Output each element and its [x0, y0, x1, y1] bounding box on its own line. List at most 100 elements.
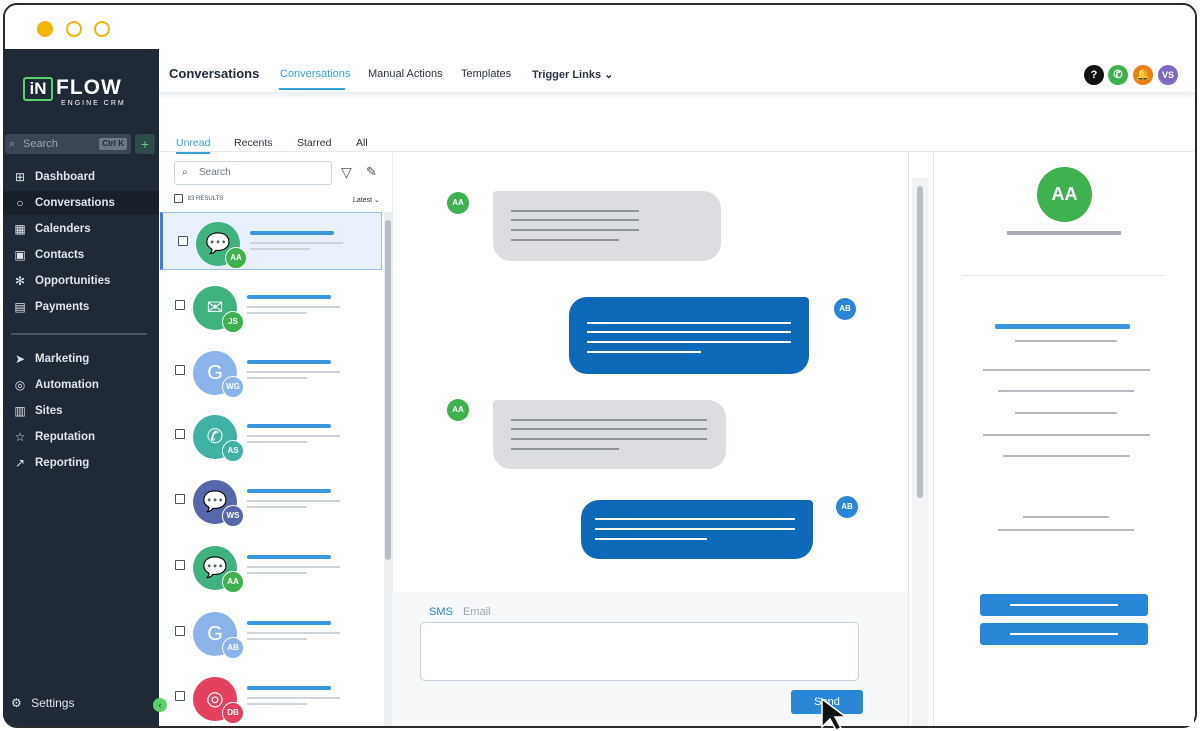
panel-action-button[interactable]	[980, 594, 1148, 616]
send-icon: ➤	[14, 352, 26, 366]
conversation-row[interactable]: ◎ DB	[160, 668, 382, 726]
active-tab-underline	[279, 88, 345, 90]
conversation-row[interactable]: 💬 AA	[160, 537, 382, 595]
contact-initials-badge: WG	[222, 376, 244, 398]
message-input[interactable]	[420, 622, 859, 681]
sidebar-item-label: Sites	[35, 405, 63, 417]
trend-icon: ↗	[14, 456, 26, 470]
sidebar-item-label: Contacts	[35, 249, 85, 261]
message-preview-placeholder	[247, 506, 307, 508]
sidebar-item-settings[interactable]: ⚙ Settings	[11, 696, 74, 710]
window-close-dot[interactable]	[37, 21, 53, 37]
chevron-down-icon: ⌄	[604, 69, 614, 81]
contact-avatar: AA	[1037, 167, 1092, 222]
sidebar-item-contacts[interactable]: ▣ Contacts	[3, 243, 159, 267]
outgoing-message-bubble	[581, 500, 813, 559]
message-preview-placeholder	[247, 572, 307, 574]
message-preview-placeholder	[247, 566, 340, 568]
sidebar-item-reporting[interactable]: ↗ Reporting	[3, 451, 159, 475]
sidebar-item-conversations[interactable]: ○ Conversations	[3, 191, 159, 215]
message-preview-placeholder	[247, 500, 340, 502]
row-checkbox[interactable]	[175, 560, 185, 570]
conversation-list-scrollbar[interactable]	[384, 212, 392, 726]
contact-initials-badge: JS	[222, 311, 244, 333]
contacts-icon: ▣	[14, 248, 26, 262]
row-checkbox[interactable]	[175, 429, 185, 439]
user-avatar[interactable]: VS	[1158, 65, 1178, 85]
window-maximize-dot[interactable]	[94, 21, 110, 37]
message-preview-placeholder	[247, 377, 307, 379]
sidebar-item-sites[interactable]: ▥ Sites	[3, 399, 159, 423]
row-checkbox[interactable]	[178, 236, 188, 246]
sidebar-item-label: Calenders	[35, 223, 91, 235]
inflow-logo[interactable]: iN FLOW ENGINE CRM	[23, 77, 135, 111]
top-navigation-bar: Conversations Conversations Manual Actio…	[159, 49, 1195, 95]
row-checkbox[interactable]	[175, 365, 185, 375]
row-checkbox[interactable]	[175, 691, 185, 701]
detail-line	[998, 390, 1134, 392]
panel-action-button[interactable]	[980, 623, 1148, 645]
tab-starred[interactable]: Starred	[297, 137, 331, 149]
detail-line	[995, 324, 1130, 329]
message-preview-placeholder	[247, 697, 340, 699]
sidebar-search-input[interactable]: ⌕ Search Ctrl K	[5, 134, 131, 154]
conversation-row[interactable]: 💬 WS	[160, 471, 382, 529]
conversation-row[interactable]: 💬 AA	[160, 212, 382, 270]
sidebar-item-label: Payments	[35, 301, 90, 313]
message-preview-placeholder	[247, 306, 340, 308]
scrollbar-thumb[interactable]	[917, 186, 923, 498]
conversation-row[interactable]: G WG	[160, 342, 382, 400]
sidebar-item-calenders[interactable]: ▦ Calenders	[3, 217, 159, 241]
filter-icon[interactable]: ▽	[341, 164, 352, 181]
row-checkbox[interactable]	[175, 494, 185, 504]
sidebar-item-automation[interactable]: ◎ Automation	[3, 373, 159, 397]
quick-add-button[interactable]: +	[135, 134, 155, 154]
composer-tab-sms[interactable]: SMS	[429, 606, 453, 618]
tab-manual-actions[interactable]: Manual Actions	[368, 68, 443, 80]
row-checkbox[interactable]	[175, 626, 185, 636]
tab-unread[interactable]: Unread	[176, 137, 210, 149]
sort-dropdown[interactable]: Latest ⌄	[353, 196, 380, 204]
compose-icon[interactable]: ✎	[366, 164, 377, 180]
settings-label: Settings	[31, 696, 75, 710]
tab-recents[interactable]: Recents	[234, 137, 273, 149]
conversation-row[interactable]: G AB	[160, 603, 382, 661]
detail-line	[1003, 455, 1130, 457]
logo-subtitle: ENGINE CRM	[61, 100, 126, 107]
tab-trigger-links[interactable]: Trigger Links ⌄	[532, 68, 613, 81]
bell-icon[interactable]: 🔔	[1133, 65, 1153, 85]
message-preview-placeholder	[247, 371, 340, 373]
composer-tab-email[interactable]: Email	[463, 606, 491, 618]
window-minimize-dot[interactable]	[66, 21, 82, 37]
sidebar-item-payments[interactable]: ▤ Payments	[3, 295, 159, 319]
conversation-row[interactable]: ✉ JS	[160, 277, 382, 335]
automation-icon: ◎	[14, 378, 26, 392]
dashboard-icon: ⊞	[14, 170, 26, 184]
sidebar-item-label: Dashboard	[35, 171, 96, 183]
sidebar-item-dashboard[interactable]: ⊞ Dashboard	[3, 165, 159, 189]
sidebar-item-reputation[interactable]: ☆ Reputation	[3, 425, 159, 449]
contact-initials-badge: AB	[222, 637, 244, 659]
scrollbar-thumb[interactable]	[385, 220, 391, 560]
conversation-row[interactable]: ✆ AS	[160, 406, 382, 464]
help-icon[interactable]: ?	[1084, 65, 1104, 85]
contact-initials-badge: AA	[222, 571, 244, 593]
tab-templates[interactable]: Templates	[461, 68, 511, 80]
phone-icon[interactable]: ✆	[1108, 65, 1128, 85]
contact-name-placeholder	[250, 231, 334, 235]
chat-bubble-icon: ○	[16, 196, 24, 210]
sidebar-item-marketing[interactable]: ➤ Marketing	[3, 347, 159, 371]
message-preview-placeholder	[247, 632, 340, 634]
sidebar: iN FLOW ENGINE CRM ⌕ Search Ctrl K + ⊞ Da…	[3, 49, 167, 726]
sidebar-item-label: Conversations	[35, 197, 115, 209]
message-preview-placeholder	[247, 312, 307, 314]
search-icon: ⌕	[182, 167, 188, 178]
tab-conversations[interactable]: Conversations	[280, 68, 350, 80]
sidebar-item-opportunities[interactable]: ✻ Opportunities	[3, 269, 159, 293]
chat-divider	[908, 152, 909, 726]
row-checkbox[interactable]	[175, 300, 185, 310]
tab-all[interactable]: All	[356, 137, 368, 149]
select-all-checkbox[interactable]	[174, 194, 183, 203]
chat-scrollbar[interactable]	[912, 178, 928, 726]
conversation-search-input[interactable]: ⌕ Search	[174, 161, 332, 185]
